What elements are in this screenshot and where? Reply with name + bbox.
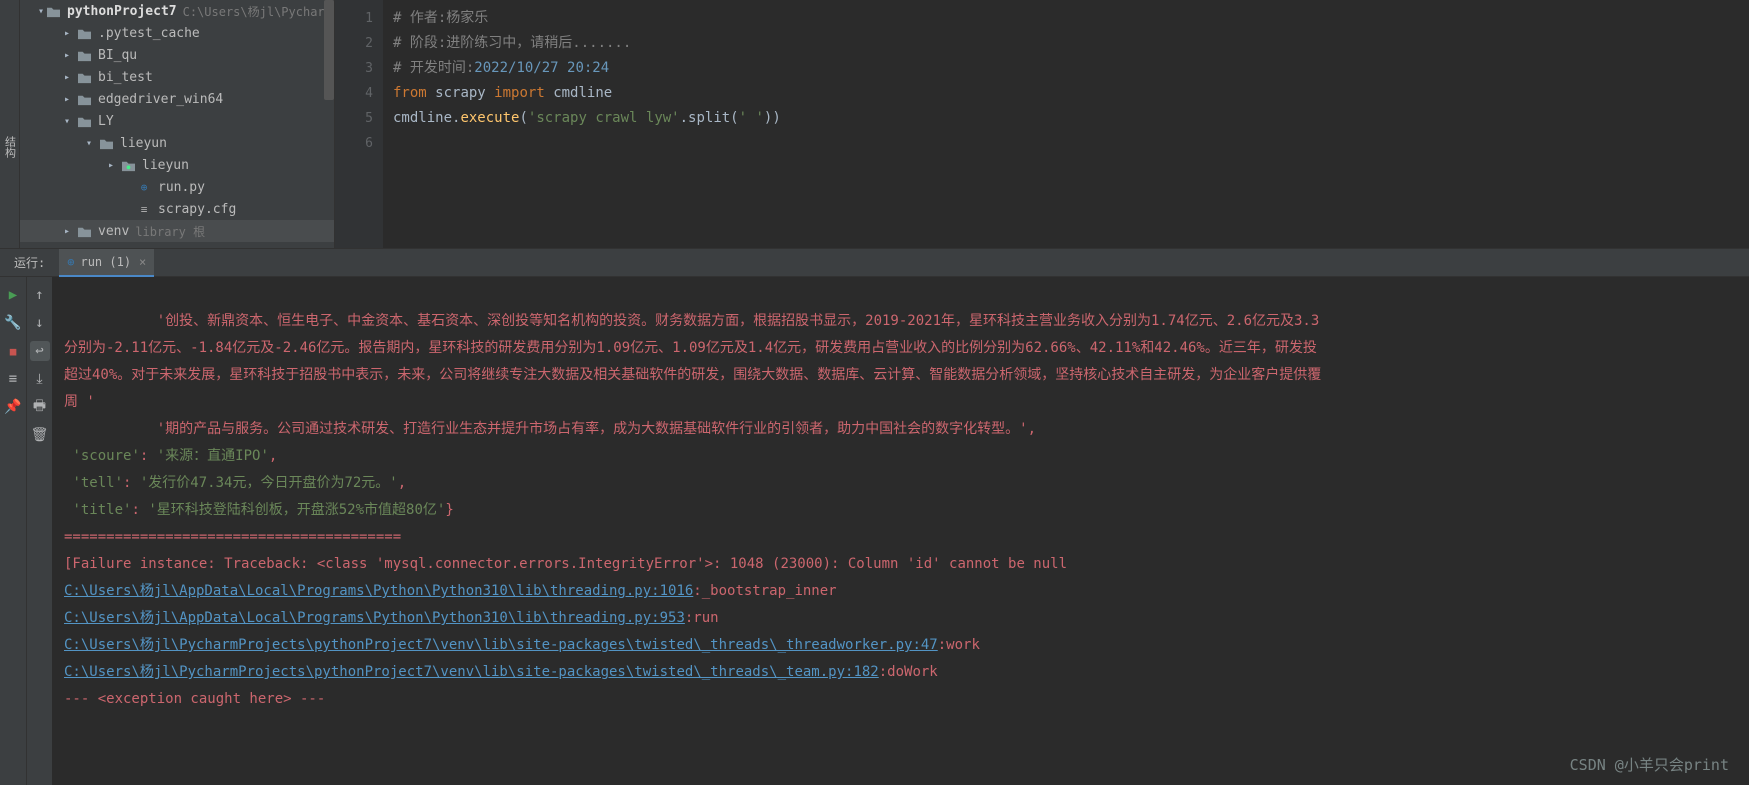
folder-icon: [76, 223, 92, 239]
run-tab[interactable]: ⊕ run (1) ×: [59, 249, 154, 277]
folder-icon: [76, 47, 92, 63]
output-line: '创投、新鼎资本、恒生电子、中金资本、基石资本、深创投等知名机构的投资。财务数据…: [64, 313, 1319, 329]
settings-button[interactable]: 🔧: [3, 313, 23, 333]
tree-item-LY[interactable]: ▾LY: [20, 110, 334, 132]
traceback-link[interactable]: C:\Users\杨jl\AppData\Local\Programs\Pyth…: [64, 583, 693, 599]
tree-item-scrapy.cfg[interactable]: ≡scrapy.cfg: [20, 198, 334, 220]
layout-button[interactable]: ≡: [3, 369, 23, 389]
python-file-icon: ⊕: [136, 179, 152, 195]
project-tree[interactable]: ▾ pythonProject7 C:\Users\杨jl\PycharmP ▸…: [20, 0, 335, 248]
chevron-right-icon: ▸: [60, 28, 74, 39]
output-line: --- <exception caught here> ---: [64, 691, 325, 707]
run-tab-label: run (1): [80, 255, 131, 269]
traceback-link[interactable]: C:\Users\杨jl\PycharmProjects\pythonProje…: [64, 637, 938, 653]
trash-button[interactable]: 🗑: [30, 425, 50, 445]
wrap-button[interactable]: ↩: [30, 341, 50, 361]
tree-item-.pytest_cache[interactable]: ▸.pytest_cache: [20, 22, 334, 44]
output-line: 分别为-2.11亿元、-1.84亿元及-2.46亿元。报告期内，星环科技的研发费…: [64, 340, 1317, 356]
python-icon: ⊕: [67, 255, 74, 269]
output-line: 超过40%。对于未来发展，星环科技于招股书中表示，未来，公司将继续专注大数据及相…: [64, 367, 1321, 383]
structure-sidebar[interactable]: 结构: [0, 0, 20, 248]
structure-label: 结构: [2, 136, 18, 158]
down-button[interactable]: ↓: [30, 313, 50, 333]
traceback-link[interactable]: C:\Users\杨jl\AppData\Local\Programs\Pyth…: [64, 610, 685, 626]
chevron-down-icon: ▾: [38, 6, 44, 17]
console-output[interactable]: '创投、新鼎资本、恒生电子、中金资本、基石资本、深创投等知名机构的投资。财务数据…: [52, 277, 1749, 785]
chevron-right-icon: ▸: [60, 50, 74, 61]
folder-icon: [76, 25, 92, 41]
package-icon: [120, 157, 136, 173]
tree-item-bi_test[interactable]: ▸bi_test: [20, 66, 334, 88]
chevron-down-icon: ▾: [82, 138, 96, 149]
run-tool-column-1: ▶ 🔧 ■ ≡ 📌: [0, 277, 26, 785]
watermark: CSDN @小羊只会print: [1570, 754, 1729, 775]
run-toolbar: 运行: ⊕ run (1) ×: [0, 249, 1749, 277]
output-line: [Failure instance: Traceback: <class 'my…: [64, 556, 1067, 572]
stop-button[interactable]: ■: [3, 341, 23, 361]
chevron-right-icon: ▸: [104, 160, 118, 171]
tree-item-lieyun[interactable]: ▸lieyun: [20, 154, 334, 176]
tree-item-run.py[interactable]: ⊕run.py: [20, 176, 334, 198]
chevron-right-icon: ▸: [60, 72, 74, 83]
scrollbar-thumb[interactable]: [324, 0, 334, 100]
rerun-button[interactable]: ▶: [3, 285, 23, 305]
project-root[interactable]: ▾ pythonProject7 C:\Users\杨jl\PycharmP: [20, 0, 334, 22]
folder-icon: [76, 69, 92, 85]
output-line: 周 ': [64, 394, 95, 410]
folder-icon: [98, 135, 114, 151]
close-icon[interactable]: ×: [139, 255, 146, 269]
output-line: '期的产品与服务。公司通过技术研发、打造行业生态并提升市场占有率，成为大数据基础…: [64, 421, 1036, 437]
print-button[interactable]: 🖶: [30, 397, 50, 417]
traceback-link[interactable]: C:\Users\杨jl\PycharmProjects\pythonProje…: [64, 664, 879, 680]
root-name: pythonProject7: [67, 4, 177, 19]
tree-item-venv[interactable]: ▸venvlibrary 根: [20, 220, 334, 242]
file-icon: ≡: [136, 201, 152, 217]
folder-icon: [76, 91, 92, 107]
tree-item-edgedriver_win64[interactable]: ▸edgedriver_win64: [20, 88, 334, 110]
chevron-right-icon: ▸: [60, 226, 74, 237]
scroll-button[interactable]: ⤓: [30, 369, 50, 389]
run-tool-column-2: ↑ ↓ ↩ ⤓ 🖶 🗑: [26, 277, 52, 785]
code-content[interactable]: # 作者:杨家乐 # 阶段:进阶练习中，请稍后....... # 开发时间:20…: [383, 0, 1749, 248]
pin-button[interactable]: 📌: [3, 397, 23, 417]
run-label: 运行:: [0, 254, 59, 271]
folder-icon: [46, 3, 61, 19]
chevron-right-icon: ▸: [60, 94, 74, 105]
folder-icon: [76, 113, 92, 129]
code-editor[interactable]: 123 456 # 作者:杨家乐 # 阶段:进阶练习中，请稍后....... #…: [335, 0, 1749, 248]
up-button[interactable]: ↑: [30, 285, 50, 305]
line-gutter: 123 456: [335, 0, 383, 248]
output-line: ========================================: [64, 529, 401, 545]
tree-item-BI_qu[interactable]: ▸BI_qu: [20, 44, 334, 66]
root-path: C:\Users\杨jl\PycharmP: [183, 3, 335, 20]
chevron-down-icon: ▾: [60, 116, 74, 127]
tree-item-lieyun[interactable]: ▾lieyun: [20, 132, 334, 154]
